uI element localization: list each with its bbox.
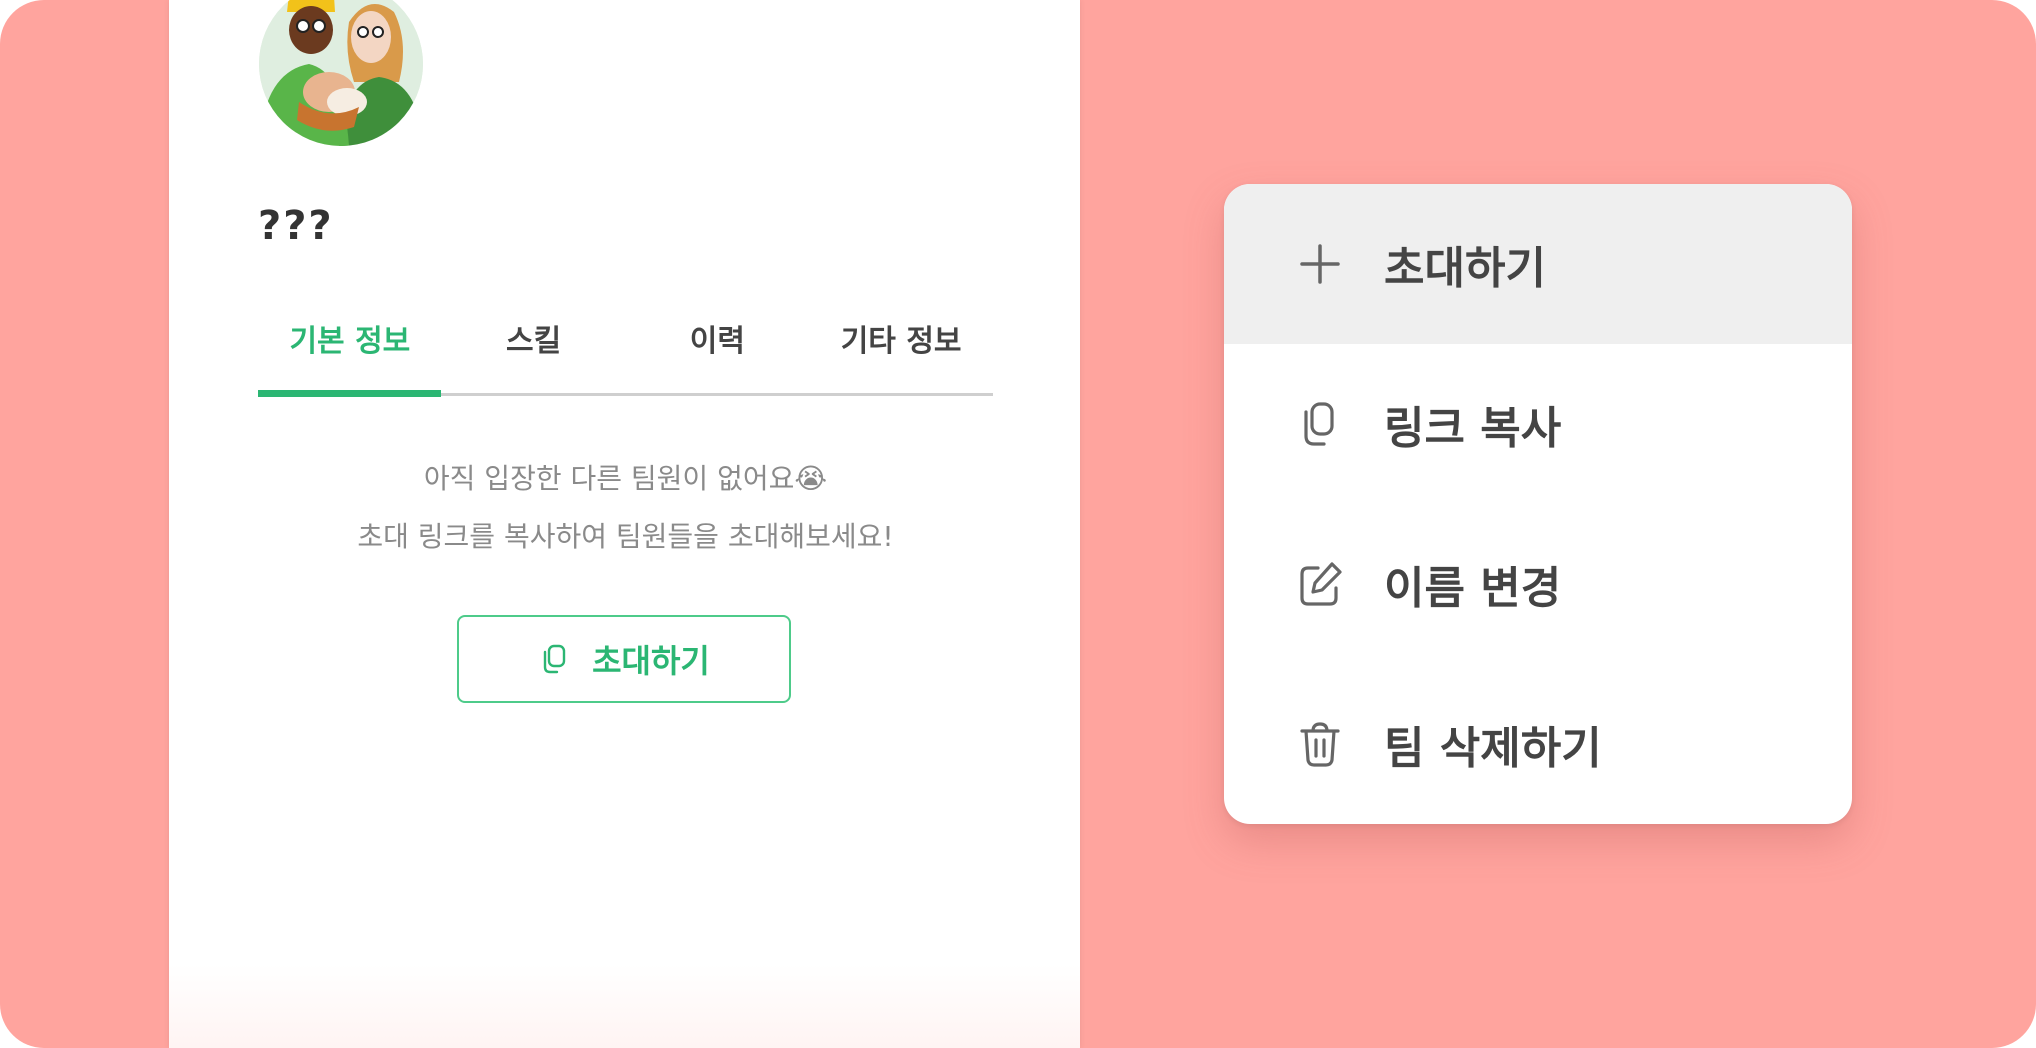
tab-skills[interactable]: 스킬 [442,312,626,364]
menu-item-label: 초대하기 [1384,243,1546,294]
menu-item-label: 팀 삭제하기 [1384,723,1602,774]
empty-state-line-2: 초대 링크를 복사하여 팀원들을 초대해보세요! [357,520,894,553]
invite-button[interactable]: 초대하기 [457,615,791,703]
invite-button-label: 초대하기 [592,642,710,680]
trash-icon [1300,722,1340,767]
menu-item-copy-link[interactable]: 링크 복사 [1224,344,1852,504]
copy-icon [543,644,566,674]
team-options-menu: 초대하기 링크 복사 이름 변경 팀 삭제하기 [1224,184,1852,824]
team-name: ??? [258,203,334,249]
empty-state-line-1: 아직 입장한 다른 팀원이 없어요😭 [423,462,828,495]
profile-tabs: 기본 정보 스킬 이력 기타 정보 [258,312,993,396]
tab-basic-info[interactable]: 기본 정보 [258,312,442,364]
tab-other-info[interactable]: 기타 정보 [809,312,993,364]
menu-item-invite[interactable]: 초대하기 [1224,184,1852,344]
menu-item-delete-team[interactable]: 팀 삭제하기 [1224,664,1852,824]
plus-icon [1300,244,1340,284]
copy-icon [1304,402,1334,446]
menu-item-rename[interactable]: 이름 변경 [1224,504,1852,664]
menu-item-label: 이름 변경 [1384,563,1562,614]
empty-state-message: 아직 입장한 다른 팀원이 없어요😭 초대 링크를 복사하여 팀원들을 초대해보… [258,450,993,566]
edit-icon [1300,562,1342,606]
menu-item-label: 링크 복사 [1384,403,1562,454]
tab-history[interactable]: 이력 [626,312,810,364]
active-tab-indicator [258,390,441,397]
canvas: ??? 기본 정보 스킬 이력 기타 정보 아직 입장한 다른 팀원이 없어요😭… [0,0,2036,1048]
